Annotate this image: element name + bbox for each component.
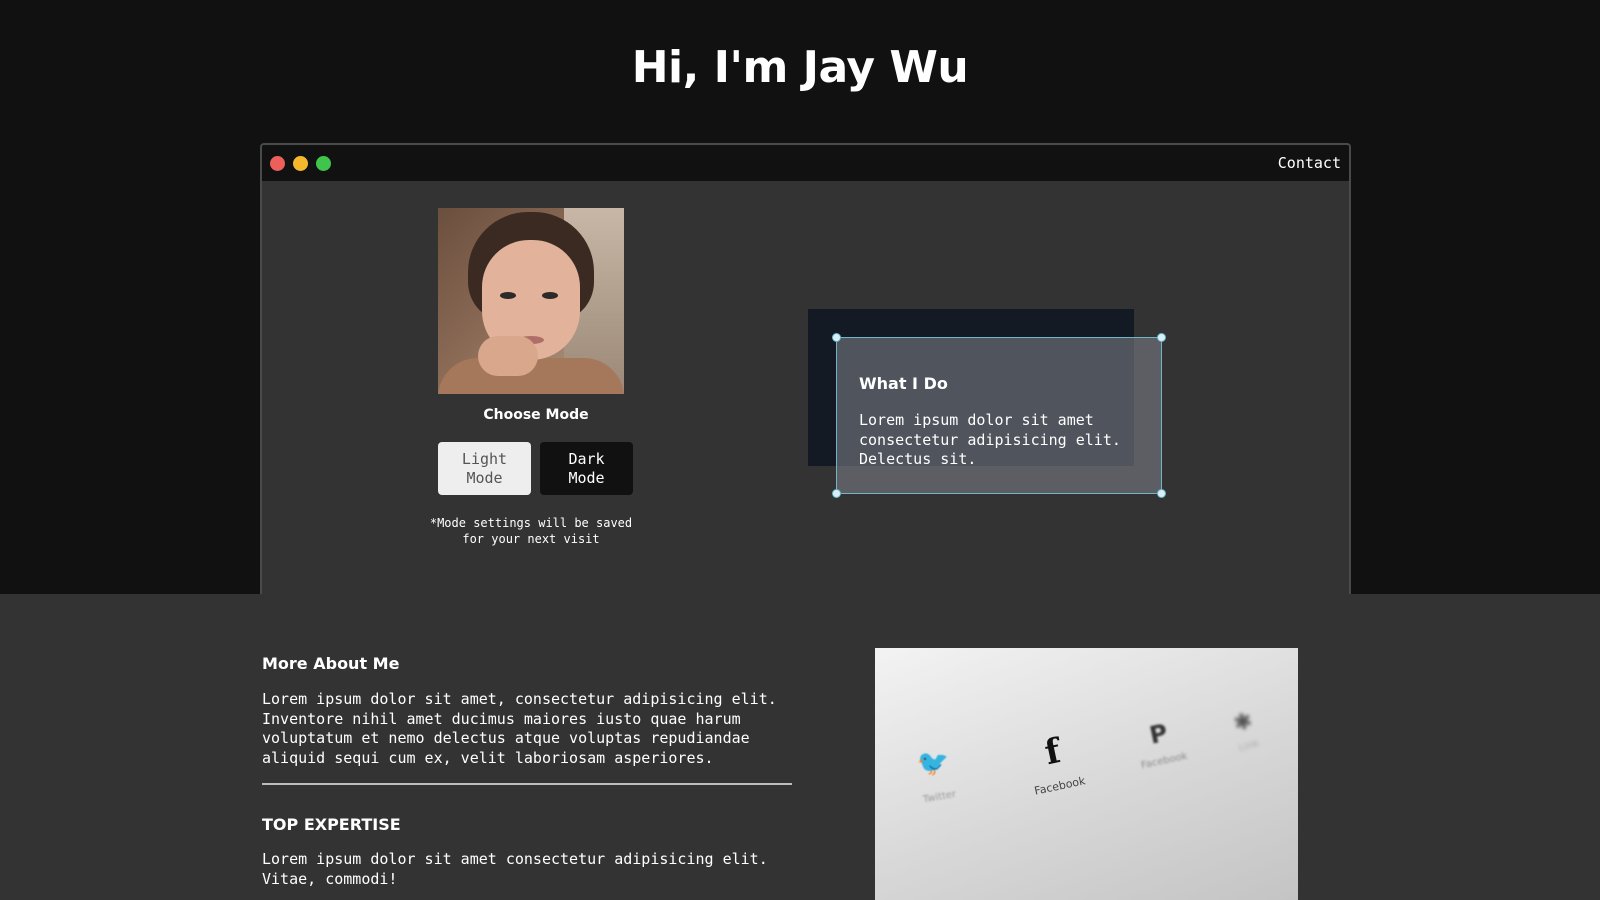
twitter-label: Twitter <box>922 788 958 806</box>
contact-link[interactable]: Contact <box>1278 154 1341 172</box>
resize-handle-top-right[interactable] <box>1157 333 1166 342</box>
pinterest-label: Facebook <box>1140 750 1189 772</box>
what-i-do-text: Lorem ipsum dolor sit amet consectetur a… <box>859 411 1121 468</box>
choose-mode-heading: Choose Mode <box>483 407 589 423</box>
close-window-icon[interactable] <box>270 156 285 171</box>
what-i-do-card: What I Do Lorem ipsum dolor sit amet con… <box>832 333 1166 498</box>
browser-window-mockup: Contact Choose Mode Light Mode Dark Mode… <box>260 143 1351 594</box>
mode-settings-note: *Mode settings will be saved for your ne… <box>429 516 633 546</box>
top-expertise-text: Lorem ipsum dolor sit amet consectetur a… <box>262 850 768 888</box>
social-icon: ✱ <box>1231 708 1256 738</box>
page-title: Hi, I'm Jay Wu <box>631 42 969 93</box>
what-i-do-title: What I Do <box>859 374 948 393</box>
twitter-bird-icon: 🐦 <box>915 745 953 781</box>
light-mode-button[interactable]: Light Mode <box>438 442 531 495</box>
window-title-bar: Contact <box>262 145 1349 181</box>
pinterest-icon: P <box>1147 718 1171 750</box>
resize-handle-top-left[interactable] <box>832 333 841 342</box>
more-about-me-text: Lorem ipsum dolor sit amet, consectetur … <box>262 690 777 767</box>
top-expertise-heading: TOP EXPERTISE <box>262 815 401 834</box>
twitter-item: 🐦 Twitter <box>914 746 957 806</box>
dark-mode-button[interactable]: Dark Mode <box>540 442 633 495</box>
facebook-icon: f <box>1041 731 1064 774</box>
pinterest-item: P Facebook <box>1133 716 1189 772</box>
resize-handle-bottom-right[interactable] <box>1157 489 1166 498</box>
section-divider <box>262 783 792 785</box>
resize-handle-bottom-left[interactable] <box>832 489 841 498</box>
profile-photo <box>438 208 624 394</box>
minimize-window-icon[interactable] <box>293 156 308 171</box>
maximize-window-icon[interactable] <box>316 156 331 171</box>
facebook-label: Facebook <box>1033 774 1087 798</box>
more-about-me-heading: More About Me <box>262 654 400 673</box>
social-media-image: 🐦 Twitter f Facebook P Facebook ✱ Link <box>875 648 1298 900</box>
other-social-label: Link <box>1237 738 1261 754</box>
facebook-item: f Facebook <box>1023 727 1087 798</box>
other-social-item: ✱ Link <box>1230 708 1261 754</box>
